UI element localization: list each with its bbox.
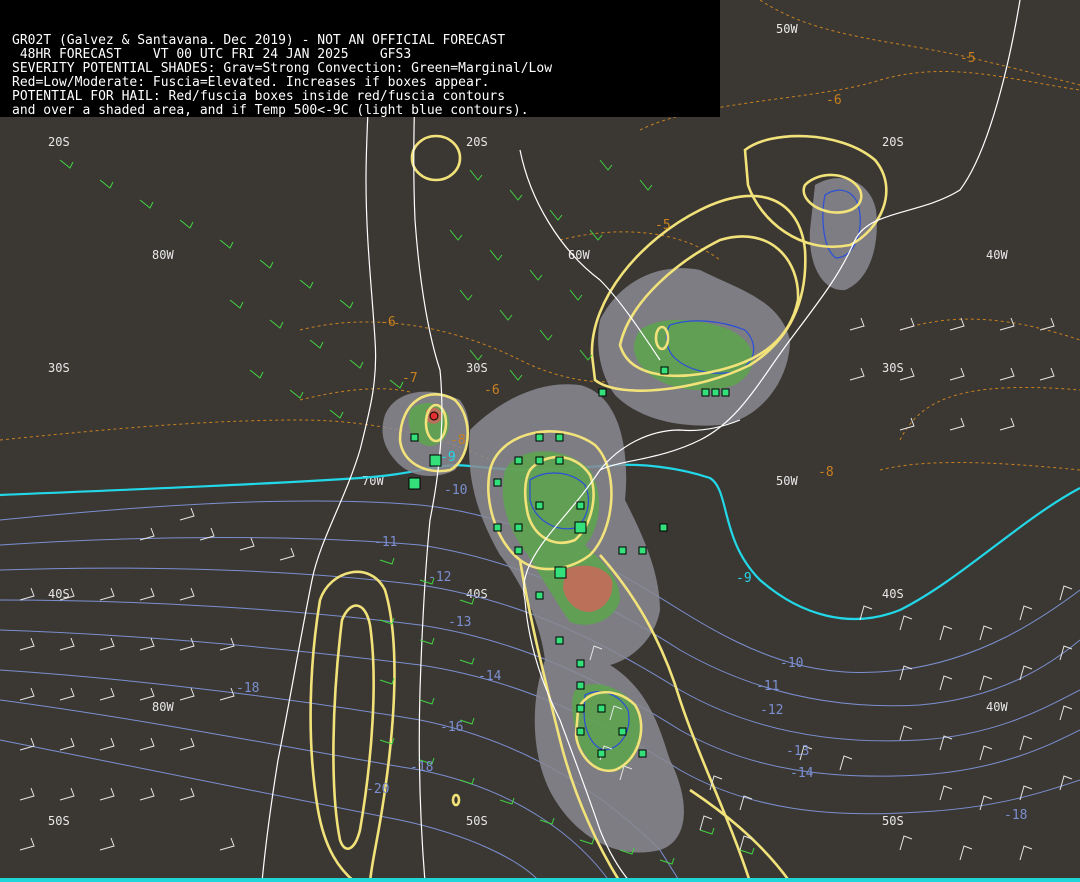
label-20s-east: 20S: [882, 135, 904, 149]
label-20s-west: 20S: [48, 135, 70, 149]
hail-box: [618, 546, 627, 555]
label-30s-west: 30S: [48, 361, 70, 375]
hail-box: [711, 388, 720, 397]
label-minus18-east: -18: [1004, 808, 1027, 823]
label-60w: 60W: [568, 248, 590, 262]
hail-box: [535, 456, 544, 465]
hail-box: [576, 727, 585, 736]
header-hail-line-1: POTENTIAL FOR HAIL: Red/fuscia boxes ins…: [12, 89, 506, 104]
label-minus11-west: -11: [374, 535, 397, 550]
label-minus8-east: -8: [818, 465, 834, 480]
hail-box: [574, 521, 587, 534]
label-minus7: -7: [402, 371, 418, 386]
hail-box: [514, 456, 523, 465]
label-minus10-west: -10: [444, 483, 467, 498]
label-40w-north: 40W: [986, 248, 1008, 262]
label-20s-mid: 20S: [466, 135, 488, 149]
bottom-border-bar: [0, 878, 1080, 882]
label-minus5-ne: -5: [960, 51, 976, 66]
label-40s-east: 40S: [882, 587, 904, 601]
hail-box: [429, 454, 442, 467]
hail-box: [408, 477, 421, 490]
label-minus20: -20: [366, 782, 389, 797]
label-minus13-east: -13: [786, 744, 809, 759]
hail-box: [555, 456, 564, 465]
hail-box: [660, 366, 669, 375]
label-minus8-center: -8: [450, 433, 466, 448]
label-minus12-east: -12: [760, 703, 783, 718]
hail-box: [701, 388, 710, 397]
label-minus6-center: -6: [484, 383, 500, 398]
hail-box: [576, 501, 585, 510]
hail-box: [535, 501, 544, 510]
label-minus16: -16: [440, 720, 463, 735]
label-40s-west: 40S: [48, 587, 70, 601]
hail-box: [554, 566, 567, 579]
label-40w-south: 40W: [986, 700, 1008, 714]
hail-box: [535, 433, 544, 442]
hail-box: [576, 681, 585, 690]
label-50s-west: 50S: [48, 814, 70, 828]
hail-box: [598, 388, 607, 397]
hail-box: [576, 659, 585, 668]
hail-box: [493, 523, 502, 532]
hail-box: [618, 727, 627, 736]
hail-box: [555, 433, 564, 442]
label-minus13-west: -13: [448, 615, 471, 630]
label-minus11-east: -11: [756, 679, 779, 694]
hail-box: [410, 433, 419, 442]
hail-box: [514, 523, 523, 532]
label-50s-mid: 50S: [466, 814, 488, 828]
label-80w-south: 80W: [152, 700, 174, 714]
header-legend-line-1: SEVERITY POTENTIAL SHADES: Grav=Strong C…: [12, 61, 553, 76]
forecast-map: 20S 20S 20S 30S 30S 30S 40S 40S 40S 50S …: [0, 0, 1080, 882]
header-legend-line-2: Red=Low/Moderate: Fuscia=Elevated. Incre…: [12, 75, 490, 90]
label-minus6-west: -6: [380, 315, 396, 330]
label-50s-east: 50S: [882, 814, 904, 828]
label-minus18-south: -18: [410, 760, 433, 775]
header-hail-line-2: and over a shaded area, and if Temp 500<…: [12, 103, 529, 118]
label-30s-east: 30S: [882, 361, 904, 375]
label-minus6-ne: -6: [826, 93, 842, 108]
label-minus9-west: -9: [440, 450, 456, 465]
hail-box: [597, 704, 606, 713]
hail-box: [638, 749, 647, 758]
label-minus14-west: -14: [478, 669, 502, 684]
forecast-header: GR02T (Galvez & Santavana. Dec 2019) - N…: [0, 0, 720, 118]
header-forecast-line: 48HR FORECAST VT 00 UTC FRI 24 JAN 2025 …: [12, 47, 412, 62]
label-50w-north: 50W: [776, 22, 798, 36]
label-minus18-west: -18: [236, 681, 259, 696]
header-title-line: GR02T (Galvez & Santavana. Dec 2019) - N…: [12, 33, 506, 48]
hail-box: [597, 749, 606, 758]
hail-box: [535, 591, 544, 600]
label-minus14-east: -14: [790, 766, 814, 781]
label-80w-north: 80W: [152, 248, 174, 262]
hail-box: [555, 636, 564, 645]
label-minus12-west: -12: [428, 570, 451, 585]
label-minus5-mid: -5: [655, 218, 671, 233]
label-30s-mid: 30S: [466, 361, 488, 375]
hail-box: [659, 523, 668, 532]
hail-marker-red: [429, 411, 439, 421]
label-minus10-east: -10: [780, 656, 803, 671]
hail-box: [638, 546, 647, 555]
label-50w-mid: 50W: [776, 474, 798, 488]
hail-box: [514, 546, 523, 555]
hail-box: [576, 704, 585, 713]
hail-box: [493, 478, 502, 487]
hail-box: [721, 388, 730, 397]
label-minus9-east: -9: [736, 571, 752, 586]
